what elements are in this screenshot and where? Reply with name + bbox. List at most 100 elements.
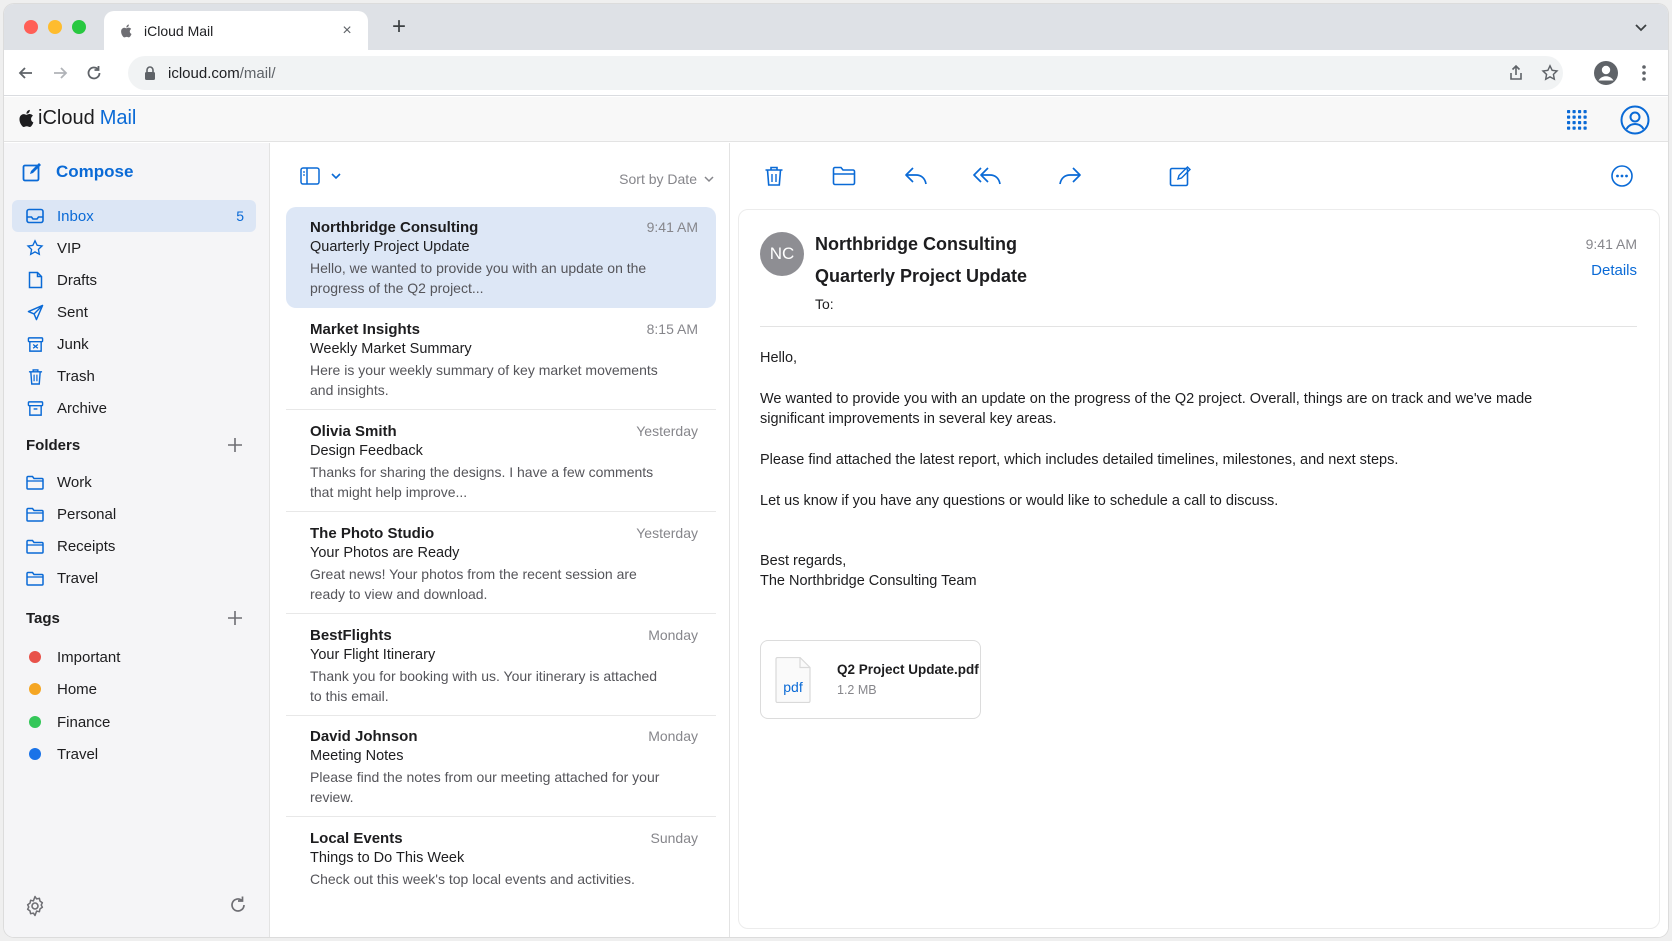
back-arrow-icon[interactable]: [14, 61, 38, 85]
browser-tab[interactable]: iCloud Mail ×: [104, 11, 368, 50]
unread-count-badge: 5: [236, 208, 244, 224]
app-grid-icon[interactable]: [1566, 109, 1588, 131]
message-time: Monday: [648, 627, 698, 643]
attachment-card[interactable]: pdf Q2 Project Update.pdf 1.2 MB: [760, 640, 981, 719]
sidebar-item-inbox[interactable]: Inbox 5: [12, 200, 256, 232]
new-message-compose-icon[interactable]: [1166, 163, 1194, 189]
sidebar-tag-home[interactable]: Home: [12, 673, 256, 705]
sidebar-folder-receipts[interactable]: Receipts: [12, 530, 256, 562]
layout-toggle-button[interactable]: [300, 167, 342, 185]
folder-icon: [26, 569, 44, 587]
minimize-window-button[interactable]: [48, 20, 62, 34]
sidebar-folder-travel[interactable]: Travel: [12, 562, 256, 594]
forward-arrow-icon[interactable]: [1056, 163, 1084, 189]
sidebar-item-vip[interactable]: VIP: [12, 232, 256, 264]
apple-icon: [118, 23, 134, 39]
message-time: 9:41 AM: [646, 219, 698, 235]
sent-icon: [26, 303, 44, 321]
message-row[interactable]: Market Insights 8:15 AM Weekly Market Sum…: [286, 309, 716, 410]
refresh-icon[interactable]: [228, 895, 250, 917]
sidebar-item-label: Work: [57, 473, 92, 491]
apple-logo-icon: [18, 109, 36, 129]
new-tab-button[interactable]: +: [386, 14, 412, 40]
sidebar-tag-travel[interactable]: Travel: [12, 738, 256, 770]
share-icon[interactable]: [1504, 61, 1528, 85]
browser-toolbar: icloud.com/mail/: [4, 50, 1668, 96]
sidebar-item-junk[interactable]: Junk: [12, 328, 256, 360]
more-options-ellipsis-icon[interactable]: [1608, 163, 1636, 189]
sidebar-item-label: Trash: [57, 367, 95, 385]
maximize-window-button[interactable]: [72, 20, 86, 34]
sidebar-item-label: Drafts: [57, 271, 98, 289]
inbox-icon: [26, 207, 44, 225]
move-folder-icon[interactable]: [830, 163, 858, 189]
forward-arrow-icon[interactable]: [48, 61, 72, 85]
trash-icon: [26, 367, 44, 385]
message-preview: Hello, we wanted to provide you with an …: [310, 260, 647, 296]
delete-trash-icon[interactable]: [760, 163, 788, 189]
sidebar-item-trash[interactable]: Trash: [12, 360, 256, 392]
tab-search-chevron-icon[interactable]: [1632, 18, 1650, 36]
sidebar-item-drafts[interactable]: Drafts: [12, 264, 256, 296]
junk-icon: [26, 335, 44, 353]
message-toolbar: [730, 143, 1668, 209]
body-paragraph: We wanted to provide you with an update …: [760, 391, 1533, 427]
browser-window: iCloud Mail × + icloud.com/mail/ iCloud …: [4, 4, 1668, 937]
draft-icon: [26, 271, 44, 289]
attachment-info: Q2 Project Update.pdf 1.2 MB: [837, 662, 979, 697]
message-time: Yesterday: [636, 525, 698, 541]
reply-all-arrow-icon[interactable]: [972, 163, 1004, 189]
message-row[interactable]: Local Events Sunday Things to Do This Wee…: [286, 818, 716, 919]
message-row[interactable]: The Photo Studio Yesterday Your Photos ar…: [286, 513, 716, 614]
message-sender: BestFlights: [310, 627, 392, 644]
body-paragraph: Please find attached the latest report, …: [760, 452, 1399, 468]
sidebar-item-sent[interactable]: Sent: [12, 296, 256, 328]
close-window-button[interactable]: [24, 20, 38, 34]
message-subject-title: Quarterly Project Update: [815, 266, 1028, 286]
message-row[interactable]: Northbridge Consulting 9:41 AM Quarterly …: [286, 207, 716, 308]
sidebar-tag-finance[interactable]: Finance: [12, 706, 256, 738]
tag-color-dot: [29, 683, 41, 695]
message-sender: David Johnson: [310, 728, 418, 745]
settings-gear-icon[interactable]: [24, 895, 46, 917]
sidebar-item-archive[interactable]: Archive: [12, 392, 256, 424]
profile-icon[interactable]: [1592, 59, 1620, 87]
address-bar[interactable]: icloud.com/mail/: [128, 56, 1563, 90]
browser-menu-icon[interactable]: [1632, 61, 1656, 85]
brand-mail: Mail: [99, 107, 137, 129]
reply-arrow-icon[interactable]: [902, 163, 930, 189]
tab-strip: iCloud Mail × +: [4, 4, 1668, 50]
message-time: Yesterday: [636, 423, 698, 439]
sidebar-tag-important[interactable]: Important: [12, 641, 256, 673]
account-icon[interactable]: [1620, 105, 1650, 135]
message-subject: Weekly Market Summary: [310, 341, 472, 357]
message-preview: Here is your weekly summary of key marke…: [310, 362, 658, 398]
add-folder-plus-icon[interactable]: [226, 436, 244, 454]
details-link[interactable]: Details: [1591, 262, 1637, 279]
sidebar-folder-work[interactable]: Work: [12, 466, 256, 498]
message-sender: Northbridge Consulting: [310, 219, 479, 236]
message-sender: Market Insights: [310, 321, 421, 338]
bookmark-star-icon[interactable]: [1538, 61, 1562, 85]
message-row[interactable]: Olivia Smith Yesterday Design Feedback Th…: [286, 411, 716, 512]
message-row[interactable]: BestFlights Monday Your Flight Itinerary …: [286, 615, 716, 716]
star-icon: [26, 239, 44, 257]
message-subject: Your Photos are Ready: [310, 545, 460, 561]
message-subject: Meeting Notes: [310, 748, 404, 764]
compose-icon: [22, 163, 41, 182]
message-row[interactable]: David Johnson Monday Meeting Notes Please…: [286, 716, 716, 817]
add-tag-plus-icon[interactable]: [226, 609, 244, 627]
tab-close-icon[interactable]: ×: [338, 22, 356, 40]
sidebar-item-label: VIP: [57, 239, 82, 257]
pdf-file-icon: pdf: [775, 656, 811, 703]
sidebar-folder-personal[interactable]: Personal: [12, 498, 256, 530]
reload-icon[interactable]: [82, 61, 106, 85]
sort-dropdown[interactable]: Sort by Date: [619, 171, 715, 187]
message-preview: Check out this week's top local events a…: [310, 871, 635, 887]
sidebar-item-label: Finance: [57, 713, 111, 731]
body-paragraph: Let us know if you have any questions or…: [760, 493, 1279, 509]
compose-button[interactable]: Compose: [22, 162, 133, 182]
message-list-toolbar: Sort by Date: [270, 143, 729, 201]
sidebar-item-label: Travel: [57, 569, 99, 587]
file-type-label: pdf: [783, 678, 803, 695]
